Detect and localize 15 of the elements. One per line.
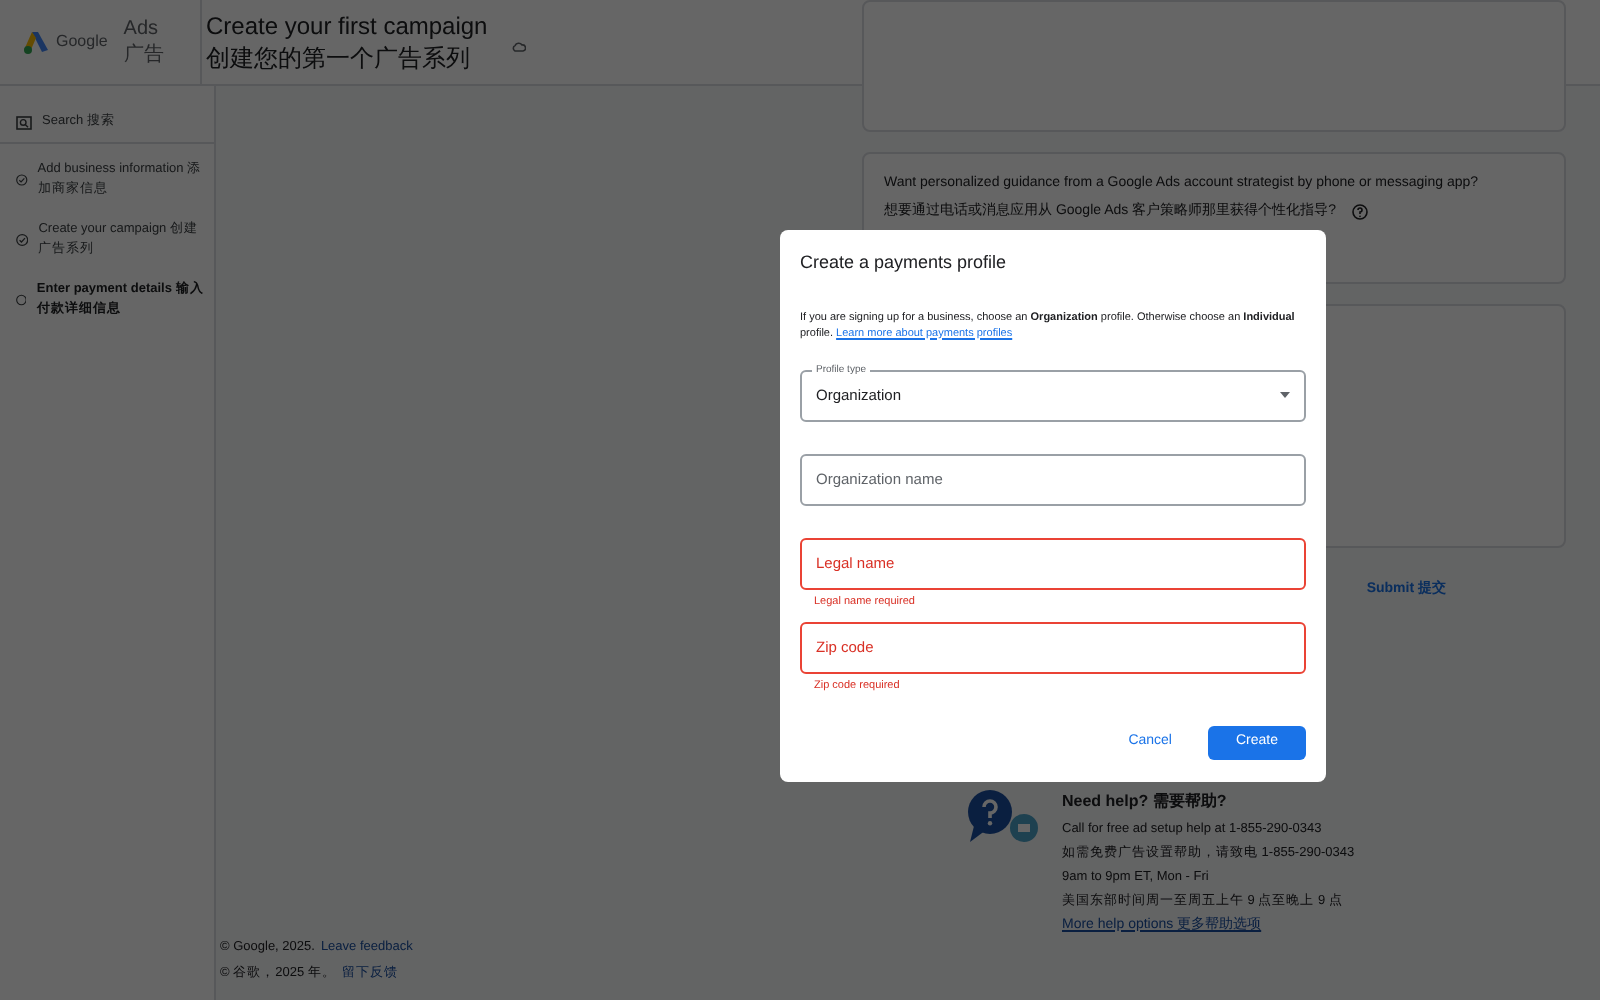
logo-icon — [24, 31, 48, 53]
page-title: 创建您的第一个广告系列 — [204, 41, 472, 73]
check-circle-icon — [16, 232, 29, 248]
product-name: Ads — [123, 16, 161, 42]
cloud-icon — [511, 41, 526, 51]
circle-icon — [16, 292, 27, 308]
dialog-title: Create a payments profile — [800, 250, 1009, 276]
page-title: Create your first campaign — [204, 11, 488, 41]
help-title: Need help? 需要帮助? — [1062, 789, 1229, 813]
logo-text: Google — [56, 30, 108, 54]
help-icon — [1351, 204, 1368, 220]
check-circle-icon — [16, 172, 28, 188]
dropdown-caret-icon — [1280, 392, 1290, 398]
search-icon — [16, 115, 32, 129]
product-name: 广告 — [123, 42, 164, 68]
